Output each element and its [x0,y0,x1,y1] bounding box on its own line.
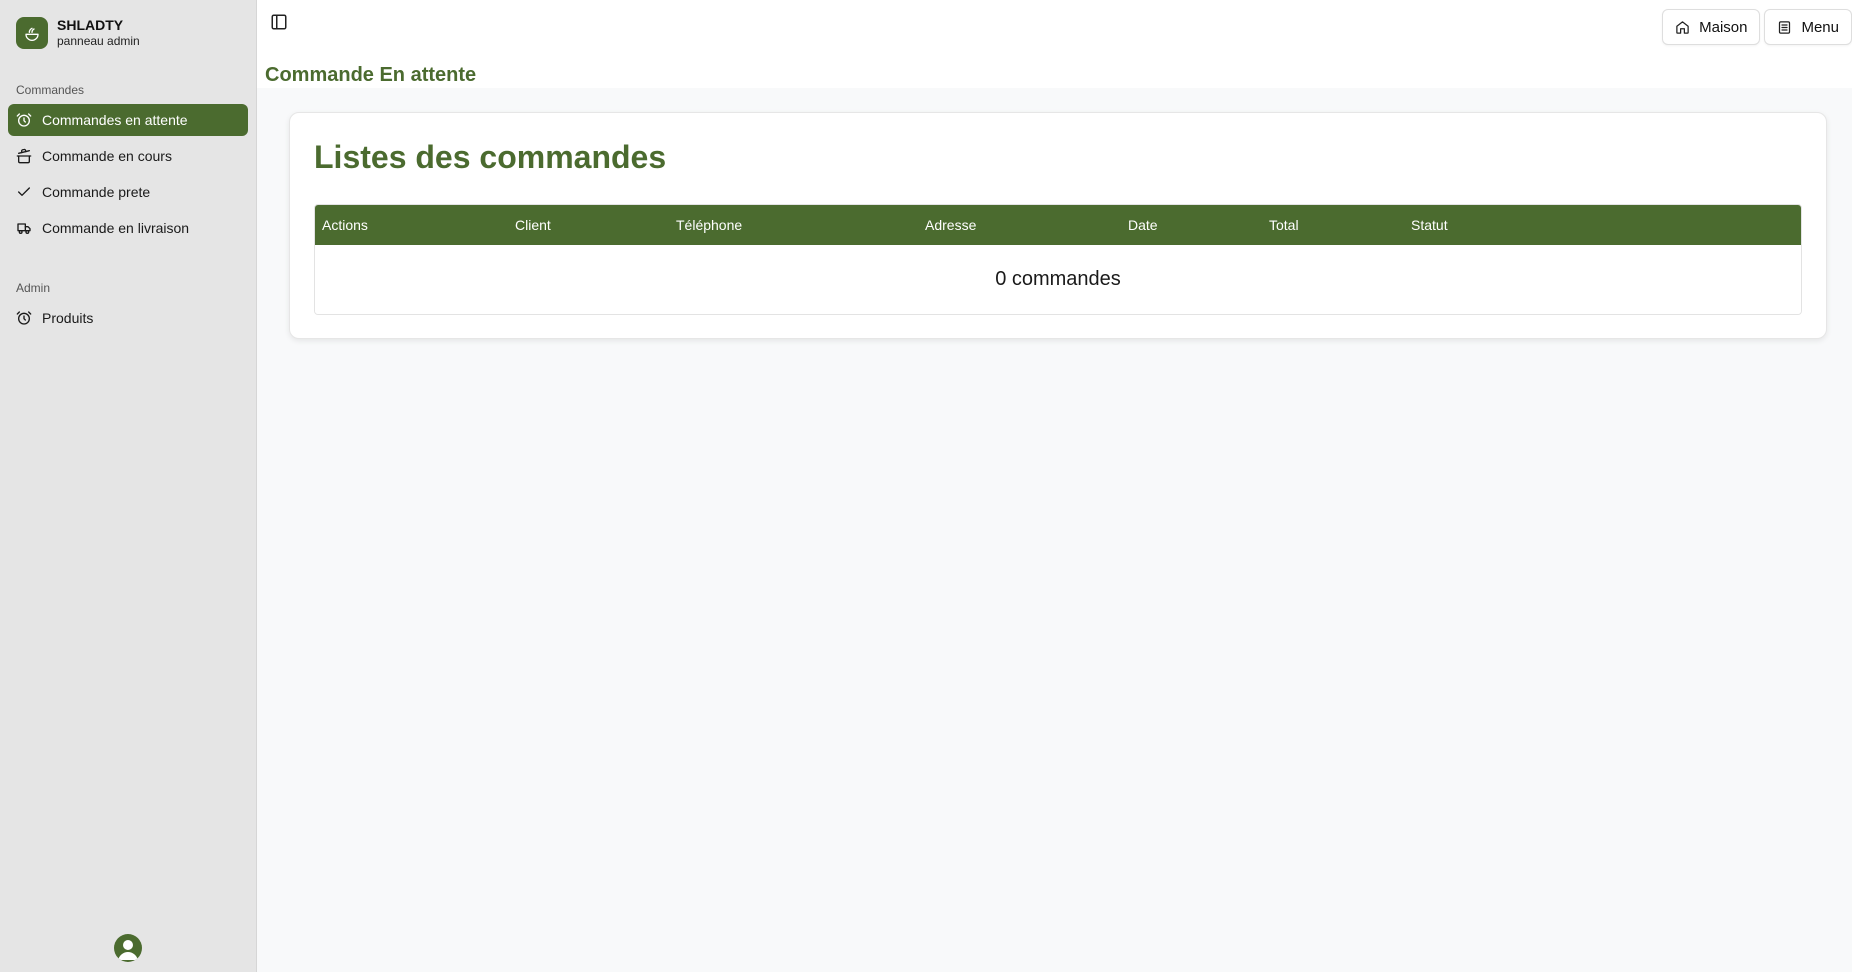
menu-button-label: Menu [1801,18,1839,36]
group-label-admin: Admin [16,281,51,295]
home-icon [1676,20,1689,34]
column-header-actions: Actions [322,217,368,233]
menu-list-icon [1779,20,1791,34]
sidebar-item-label: Produits [42,310,94,326]
sidebar-item-commande-en-livraison[interactable]: Commande en livraison [8,212,248,244]
check-icon [18,187,30,196]
orders-card: Listes des commandes Actions Client Télé… [289,112,1827,339]
sidebar-item-commande-prete[interactable]: Commande prete [8,176,248,208]
brand-subtitle: panneau admin [57,34,140,49]
cooking-pot-icon [16,148,32,164]
brand[interactable]: SHLADTY panneau admin [8,8,248,58]
truck-icon [17,223,31,234]
column-header-telephone: Téléphone [676,217,743,233]
brand-name: SHLADTY [57,17,124,34]
app-root: SHLADTY panneau admin Commandes Commande… [0,0,1852,972]
card-title: Listes des commandes [314,139,667,175]
sidebar-item-commande-en-cours[interactable]: Commande en cours [8,140,248,172]
group-label-commandes: Commandes [16,83,85,97]
sidebar-item-produits[interactable]: Produits [8,302,248,334]
brand-logo-icon [16,17,48,49]
table-header: Actions Client Téléphone Adresse Date To… [315,205,1801,245]
home-button-label: Maison [1699,18,1748,36]
column-header-total: Total [1269,217,1299,233]
page-title: Commande En attente [265,64,477,86]
column-header-adresse: Adresse [925,217,977,233]
column-header-date: Date [1128,217,1158,233]
sidebar-item-label: Commandes en attente [42,112,188,128]
sidebar-toggle-button[interactable] [270,13,288,31]
panel-left-icon [271,14,287,30]
alarm-clock-icon [16,311,32,325]
menu-button[interactable]: Menu [1764,9,1852,45]
alarm-clock-icon [16,113,32,127]
home-button[interactable]: Maison [1662,9,1761,45]
column-header-client: Client [515,217,551,233]
sidebar: SHLADTY panneau admin Commandes Commande… [0,0,257,972]
sidebar-item-label: Commande en cours [42,148,172,164]
topbar: Maison Menu [257,0,1852,73]
orders-table: Actions Client Téléphone Adresse Date To… [314,204,1802,315]
sidebar-item-commandes-en-attente[interactable]: Commandes en attente [8,104,248,136]
main-area: Maison Menu Commande En attente Listes d… [257,0,1852,972]
user-icon [118,940,138,960]
sidebar-item-label: Commande prete [42,184,151,200]
column-header-statut: Statut [1411,217,1448,233]
table-empty-state: 0 commandes [315,245,1801,314]
sidebar-item-label: Commande en livraison [42,220,190,236]
user-avatar[interactable] [114,934,142,962]
